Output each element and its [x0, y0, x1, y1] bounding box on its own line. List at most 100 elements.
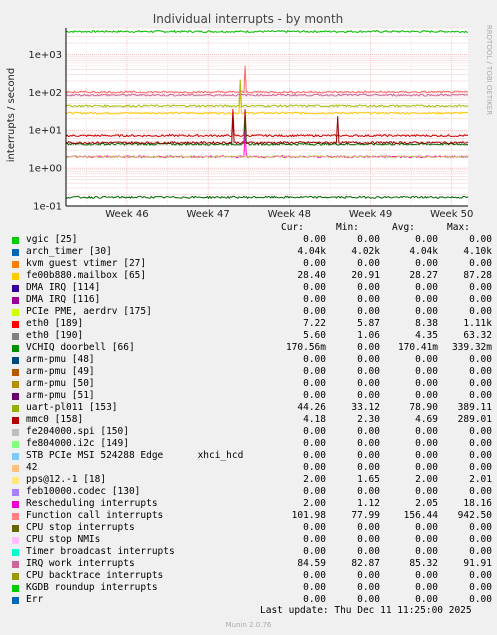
legend-swatch: [12, 249, 19, 256]
legend-value-cur: 7.22: [303, 318, 326, 329]
legend-label: KGDB roundup interrupts: [26, 582, 158, 593]
legend-swatch: [12, 369, 19, 376]
legend-label: CPU backtrace interrupts: [26, 570, 164, 581]
legend-value-min: 0.00: [357, 426, 380, 437]
legend-label: 42: [26, 462, 38, 473]
legend-value-max: 389.11: [457, 402, 492, 413]
legend-value-avg: 0.00: [415, 294, 438, 305]
legend-value-min: 0.00: [357, 354, 380, 365]
legend-value-avg: 0.00: [415, 258, 438, 269]
legend-value-min: 1.65: [357, 474, 380, 485]
legend-value-avg: 0.00: [415, 438, 438, 449]
legend-label: feb10000.codec [130]: [26, 486, 141, 497]
legend-swatch: [12, 381, 19, 388]
legend-row: IRQ work interrupts 84.59 82.87 85.32 91.91: [12, 558, 492, 570]
legend-label: DMA IRQ [114]: [26, 282, 101, 293]
legend-value-avg: 0.00: [415, 582, 438, 593]
legend-value-cur: 84.59: [297, 558, 326, 569]
legend-value-avg: 0.00: [415, 366, 438, 377]
legend-value-min: 0.00: [357, 546, 380, 557]
legend-value-cur: 0.00: [303, 546, 326, 557]
legend-value-max: 0.00: [469, 234, 492, 245]
legend-label: PCIe PME, aerdrv [175]: [26, 306, 152, 317]
legend-value-avg: 0.00: [415, 486, 438, 497]
legend-label: Rescheduling interrupts: [26, 498, 158, 509]
legend-row: Function call interrupts 101.98 77.99 156.4…: [12, 510, 492, 522]
legend-value-min: 82.87: [351, 558, 380, 569]
legend-value-min: 0.00: [357, 450, 380, 461]
chart-title: Individual interrupts - by month: [153, 12, 344, 26]
legend-row: CPU stop interrupts 0.00 0.00 0.00 0.00: [12, 522, 492, 534]
legend-value-avg: 0.00: [415, 354, 438, 365]
legend-value-avg: 0.00: [415, 282, 438, 293]
legend-value-min: 0.00: [357, 486, 380, 497]
legend-value-cur: 0.00: [303, 534, 326, 545]
legend-value-avg: 0.00: [415, 426, 438, 437]
legend-label: arm-pmu [49]: [26, 366, 95, 377]
legend-swatch: [12, 417, 19, 424]
legend-value-max: 0.00: [469, 594, 492, 605]
legend-swatch: [12, 489, 19, 496]
x-tick-label: Week 47: [186, 209, 229, 220]
legend-swatch: [12, 549, 19, 556]
legend-value-cur: 101.98: [291, 510, 326, 521]
legend-value-cur: 0.00: [303, 438, 326, 449]
legend-value-avg: 0.00: [415, 450, 438, 461]
legend-label: Timer broadcast interrupts: [26, 546, 175, 557]
legend-value-min: 0.00: [357, 438, 380, 449]
chart: Individual interrupts - by month interru…: [6, 12, 493, 220]
legend-value-max: 1.11k: [463, 318, 492, 329]
legend-value-max: 289.01: [457, 414, 492, 425]
y-tick-label: 1e-01: [33, 202, 62, 213]
legend-value-avg: 0.00: [415, 390, 438, 401]
legend-value-cur: 0.00: [303, 486, 326, 497]
legend-swatch: [12, 393, 19, 400]
legend-swatch: [12, 525, 19, 532]
legend-value-max: 0.00: [469, 486, 492, 497]
legend-value-cur: 4.18: [303, 414, 326, 425]
legend-row: eth0 [189] 7.22 5.87 8.38 1.11k: [12, 318, 492, 330]
legend-row: pps@12.-1 [18] 2.00 1.65 2.00 2.01: [12, 474, 492, 486]
legend-label: IRQ work interrupts: [26, 558, 135, 569]
legend-swatch: [12, 501, 19, 508]
legend-value-cur: 0.00: [303, 390, 326, 401]
y-tick-label: 1e+03: [28, 50, 62, 61]
legend-value-max: 0.00: [469, 426, 492, 437]
legend-swatch: [12, 429, 19, 436]
legend-value-max: 0.00: [469, 282, 492, 293]
legend-value-min: 4.02k: [351, 246, 380, 257]
x-tick-label: Week 48: [268, 209, 311, 220]
legend-value-avg: 2.00: [415, 474, 438, 485]
legend-value-cur: 0.00: [303, 426, 326, 437]
legend-value-avg: 2.05: [415, 498, 438, 509]
x-tick-label: Week 50: [430, 209, 473, 220]
legend-swatch: [12, 441, 19, 448]
legend-swatch: [12, 345, 19, 352]
legend-label: eth0 [189]: [26, 318, 84, 329]
legend-value-cur: 5.60: [303, 330, 326, 341]
legend-value-cur: 0.00: [303, 594, 326, 605]
legend-swatch: [12, 513, 19, 520]
legend-label: pps@12.-1 [18]: [26, 474, 107, 485]
legend-value-max: 2.01: [469, 474, 492, 485]
legend-value-min: 0.00: [357, 570, 380, 581]
legend-value-cur: 0.00: [303, 234, 326, 245]
legend-label: CPU stop NMIs: [26, 534, 101, 545]
x-tick-label: Week 46: [105, 209, 148, 220]
legend-value-max: 63.32: [463, 330, 492, 341]
legend-value-avg: 0.00: [415, 546, 438, 557]
legend-row: uart-pl011 [153] 44.26 33.12 78.90 389.11: [12, 402, 492, 414]
legend-row: fe804000.i2c [149] 0.00 0.00 0.00 0.00: [12, 438, 492, 450]
legend-value-cur: 0.00: [303, 294, 326, 305]
legend-row: 42 0.00 0.00 0.00 0.00: [12, 462, 492, 474]
legend-value-min: 33.12: [351, 402, 380, 413]
legend-value-avg: 0.00: [415, 234, 438, 245]
col-header-cur: Cur:: [281, 222, 304, 233]
legend-label: uart-pl011 [153]: [26, 402, 118, 413]
legend-value-avg: 0.00: [415, 594, 438, 605]
legend-swatch: [12, 573, 19, 580]
legend-value-max: 0.00: [469, 366, 492, 377]
legend-swatch: [12, 237, 19, 244]
legend-value-avg: 156.44: [403, 510, 438, 521]
legend-value-max: 0.00: [469, 570, 492, 581]
